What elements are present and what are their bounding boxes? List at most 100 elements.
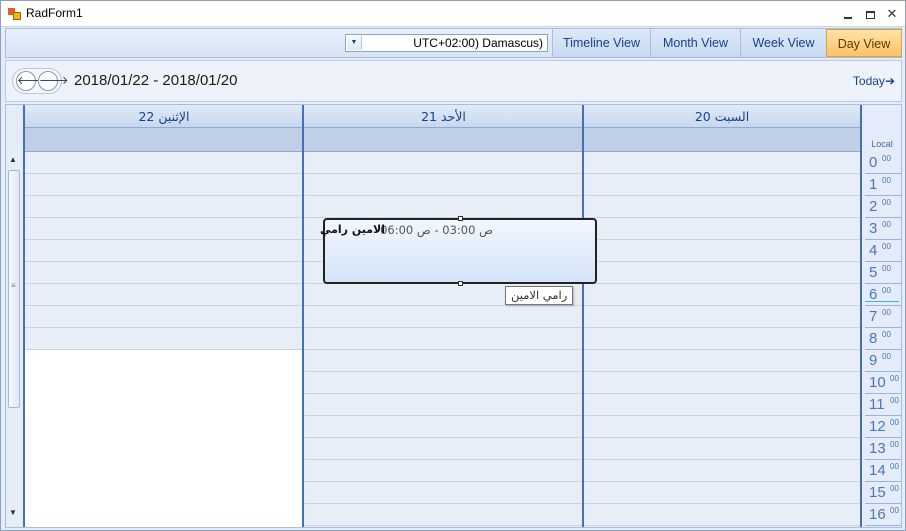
ruler-hour: 13 00 [865, 438, 901, 460]
hour-label: 8 [869, 330, 878, 347]
scroll-thumb[interactable]: ≡ [8, 170, 20, 408]
month-view-button[interactable]: Month View [650, 29, 740, 57]
minute-label: 00 [890, 374, 899, 383]
close-button[interactable]: ✕ [881, 4, 903, 24]
ruler-hour: 6 00 [865, 284, 901, 306]
hour-label: 11 [869, 396, 885, 413]
day-column-monday: 22 الإثنين [23, 105, 303, 527]
minute-label: 00 [882, 352, 891, 361]
ruler-hour: 8 00 [865, 328, 901, 350]
minute-label: 00 [890, 396, 899, 405]
ruler-hour: 10 00 [865, 372, 901, 394]
hour-label: 5 [869, 264, 878, 281]
ruler-hour: 16 00 [865, 504, 901, 526]
hour-label: 2 [869, 198, 878, 215]
week-view-button[interactable]: Week View [740, 29, 826, 57]
minute-label: 00 [882, 154, 891, 163]
hour-label: 7 [869, 308, 878, 325]
timezone-value: UTC+02:00) Damascus) [413, 36, 543, 50]
hour-label: 15 [869, 484, 886, 501]
hour-label: 4 [869, 242, 878, 259]
current-time-indicator [865, 301, 899, 302]
time-slots[interactable] [25, 152, 303, 527]
ruler-hour: 1 00 [865, 174, 901, 196]
day-grid: 22 الإثنين 21 الأحد 20 السبت ص 03:00 - ص… [23, 105, 862, 527]
timezone-dropdown[interactable]: ▼ UTC+02:00) Damascus) [345, 34, 548, 52]
appointment[interactable]: ص 03:00 - ص 06:00 الامين رامي [319, 216, 597, 286]
today-button[interactable]: Today➔ [853, 74, 895, 88]
minute-label: 00 [890, 418, 899, 427]
all-day-area[interactable] [25, 128, 303, 152]
minute-label: 00 [882, 286, 891, 295]
minute-label: 00 [882, 264, 891, 273]
time-slots[interactable] [584, 152, 860, 527]
hour-label: 3 [869, 220, 878, 237]
minimize-icon [844, 16, 852, 19]
ruler-hour: 3 00 [865, 218, 901, 240]
date-navigator: 🡐 🡒 2018/01/22 - 2018/01/20 Today➔ [5, 60, 902, 102]
time-ruler: Local 0 00 1 00 2 00 3 00 4 00 5 00 6 00 7 00 8 00 9 00 10 00… [863, 105, 901, 527]
ruler-hour: 15 00 [865, 482, 901, 504]
previous-button[interactable]: 🡐 [16, 71, 47, 91]
resize-handle-bottom[interactable] [458, 281, 463, 286]
minute-label: 00 [882, 308, 891, 317]
vertical-scrollbar[interactable]: ▲ ≡ ▼ [6, 151, 22, 527]
app-icon [8, 8, 21, 20]
ruler-hour: 12 00 [865, 416, 901, 438]
next-button[interactable]: 🡒 [38, 71, 69, 91]
day-header[interactable]: 20 السبت [584, 105, 860, 128]
all-day-area[interactable] [584, 128, 860, 152]
day-header[interactable]: 21 الأحد [304, 105, 583, 128]
hour-label: 16 [869, 506, 886, 523]
ruler-hour: 0 00 [865, 152, 901, 174]
hour-label: 0 [869, 154, 878, 171]
minute-label: 00 [890, 462, 899, 471]
minute-label: 00 [882, 220, 891, 229]
minute-label: 00 [882, 242, 891, 251]
ruler-hour: 9 00 [865, 350, 901, 372]
minute-label: 00 [890, 506, 899, 515]
appointment-tooltip: رامي الامين [505, 286, 574, 305]
ruler-hour: 14 00 [865, 460, 901, 482]
day-header[interactable]: 22 الإثنين [25, 105, 303, 128]
app-window: RadForm1 ✕ ▼ UTC+02:00) Damascus) Timeli… [0, 0, 906, 531]
ruler-hour: 4 00 [865, 240, 901, 262]
close-icon: ✕ [886, 6, 898, 21]
time-slots[interactable] [304, 152, 583, 527]
day-column-sunday: 21 الأحد [302, 105, 583, 527]
title-bar: RadForm1 ✕ [1, 1, 905, 27]
hour-label: 1 [869, 176, 878, 193]
minute-label: 00 [890, 484, 899, 493]
ruler-hour: 11 00 [865, 394, 901, 416]
hour-label: 14 [869, 462, 886, 479]
minute-label: 00 [882, 330, 891, 339]
maximize-icon [865, 10, 875, 19]
appointment-subject: الامين رامي [319, 223, 385, 236]
day-view-button[interactable]: Day View [826, 29, 902, 57]
date-range-label: 2018/01/22 - 2018/01/20 [74, 72, 238, 89]
hour-label: 12 [869, 418, 886, 435]
minute-label: 00 [882, 176, 891, 185]
arrow-right-icon: 🡒 [39, 75, 69, 87]
today-label: Today [852, 74, 885, 88]
all-day-area[interactable] [304, 128, 583, 152]
scroll-up-icon[interactable]: ▲ [9, 155, 17, 164]
day-column-saturday: 20 السبت [582, 105, 862, 527]
minute-label: 00 [882, 198, 891, 207]
hour-label: 9 [869, 352, 878, 369]
hour-label: 13 [869, 440, 886, 457]
ruler-hour: 2 00 [865, 196, 901, 218]
hour-label: 10 [869, 374, 886, 391]
minimize-button[interactable] [837, 4, 859, 24]
resize-handle-top[interactable] [458, 216, 463, 221]
scroll-down-icon[interactable]: ▼ [9, 508, 17, 517]
minute-label: 00 [890, 440, 899, 449]
window-title: RadForm1 [26, 6, 83, 20]
chevron-down-icon[interactable]: ▼ [347, 36, 362, 50]
appointment-time: ص 03:00 - ص 06:00 [380, 223, 493, 237]
ruler-hour: 5 00 [865, 262, 901, 284]
scheduler-day-view: ▲ ≡ ▼ 22 الإثنين 21 الأحد 20 السبت ص 03:… [5, 104, 902, 528]
grip-icon: ≡ [11, 281, 16, 290]
maximize-button[interactable] [859, 4, 881, 24]
timeline-view-button[interactable]: Timeline View [552, 29, 650, 57]
